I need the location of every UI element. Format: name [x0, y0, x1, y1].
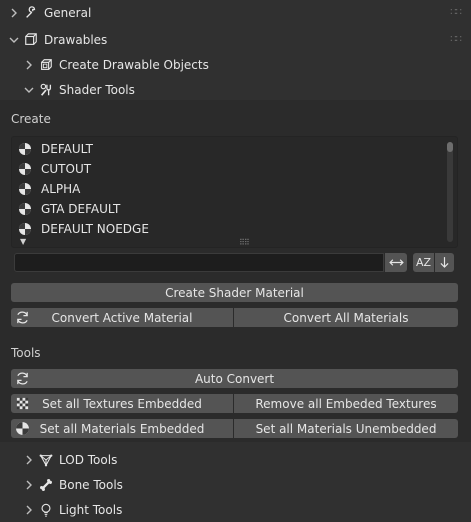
create-section-label: Create: [11, 112, 51, 126]
panel-create-drawable-objects-label: Create Drawable Objects: [59, 57, 209, 72]
create-shader-material-label: Create Shader Material: [165, 285, 304, 300]
wrench-icon: [23, 5, 39, 21]
tools-icon: [38, 82, 54, 98]
tools-section-label: Tools: [11, 346, 41, 360]
panel-lod-tools-label: LOD Tools: [59, 452, 118, 467]
bulb-icon: [38, 502, 54, 518]
drag-handle-icon[interactable]: ∷∷: [450, 34, 462, 45]
cube-icon: [23, 32, 39, 48]
panel-shader-tools[interactable]: Shader Tools: [0, 77, 471, 102]
list-item[interactable]: ALPHA: [18, 179, 80, 199]
panel-bone-tools-label: Bone Tools: [59, 477, 123, 492]
list-item[interactable]: DEFAULT: [18, 139, 93, 159]
bone-icon: [38, 477, 54, 493]
convert-all-materials-button[interactable]: Convert All Materials: [234, 308, 458, 327]
panel-light-tools-label: Light Tools: [59, 502, 123, 517]
list-item-label: CUTOUT: [41, 162, 92, 176]
arrow-down-icon: [440, 257, 449, 268]
invert-filter-button[interactable]: [385, 253, 407, 272]
checker-icon: [16, 397, 29, 410]
material-sphere-icon: [19, 183, 31, 195]
chevron-right-icon[interactable]: [22, 455, 36, 465]
panel-drawables-label: Drawables: [44, 32, 108, 47]
list-item-label: ALPHA: [41, 182, 81, 196]
material-sphere-icon: [19, 223, 31, 235]
list-item[interactable]: DEFAULT NOEDGE: [18, 219, 149, 239]
list-scrollbar[interactable]: [447, 142, 453, 242]
sort-reverse-button[interactable]: [435, 253, 454, 272]
panel-general[interactable]: General ∷∷: [0, 0, 471, 25]
chevron-right-icon[interactable]: [7, 8, 21, 18]
create-shader-material-button[interactable]: Create Shader Material: [11, 283, 458, 302]
remove-embedded-textures-label: Remove all Embeded Textures: [255, 396, 437, 411]
auto-convert-label: Auto Convert: [194, 371, 275, 386]
convert-active-material-button[interactable]: Convert Active Material: [11, 308, 233, 327]
panel-light-tools[interactable]: Light Tools: [0, 497, 471, 522]
filter-input[interactable]: [14, 253, 384, 272]
panel-shader-tools-label: Shader Tools: [59, 82, 135, 97]
chevron-right-icon[interactable]: [22, 480, 36, 490]
filter-toggle-icon[interactable]: ▼: [20, 237, 26, 246]
auto-convert-button[interactable]: Auto Convert: [11, 369, 458, 388]
drag-handle-icon[interactable]: ∷∷: [450, 7, 462, 18]
panel-drawables[interactable]: Drawables ∷∷: [0, 27, 471, 52]
material-sphere-icon: [16, 422, 29, 435]
material-sphere-icon: [19, 163, 31, 175]
resize-grip-icon[interactable]: ⠿⠿: [239, 238, 250, 247]
set-materials-unembedded-label: Set all Materials Unembedded: [255, 421, 437, 436]
sort-alpha-label: AZ: [415, 256, 432, 269]
shader-list[interactable]: DEFAULT CUTOUT ALPHA GTA DEFAULT DEFAULT…: [11, 136, 458, 248]
cube-stack-icon: [38, 57, 54, 73]
chevron-down-icon[interactable]: [7, 35, 21, 45]
set-materials-embedded-label: Set all Materials Embedded: [39, 421, 205, 436]
refresh-icon: [17, 372, 28, 385]
list-item-label: DEFAULT NOEDGE: [41, 222, 149, 236]
panel-lod-tools[interactable]: LOD Tools: [0, 447, 471, 472]
chevron-down-icon[interactable]: [22, 85, 36, 95]
convert-all-materials-label: Convert All Materials: [283, 310, 409, 325]
swap-arrows-icon: [388, 259, 404, 266]
mesh-icon: [38, 452, 54, 468]
panel-general-label: General: [44, 5, 92, 20]
material-sphere-icon: [19, 203, 31, 215]
list-item[interactable]: CUTOUT: [18, 159, 91, 179]
panel-bone-tools[interactable]: Bone Tools: [0, 472, 471, 497]
list-item-label: GTA DEFAULT: [41, 202, 121, 216]
chevron-right-icon[interactable]: [22, 60, 36, 70]
list-item[interactable]: GTA DEFAULT: [18, 199, 120, 219]
remove-embedded-textures-button[interactable]: Remove all Embeded Textures: [234, 394, 458, 413]
set-materials-unembedded-button[interactable]: Set all Materials Unembedded: [234, 419, 458, 438]
material-sphere-icon: [19, 143, 31, 155]
set-textures-embedded-label: Set all Textures Embedded: [42, 396, 202, 411]
set-textures-embedded-button[interactable]: Set all Textures Embedded: [11, 394, 233, 413]
chevron-right-icon[interactable]: [22, 505, 36, 515]
convert-active-material-label: Convert Active Material: [51, 310, 193, 325]
refresh-icon: [17, 311, 28, 324]
list-item-label: DEFAULT: [41, 142, 93, 156]
panel-create-drawable-objects[interactable]: Create Drawable Objects: [0, 52, 471, 77]
set-materials-embedded-button[interactable]: Set all Materials Embedded: [11, 419, 233, 438]
sort-alpha-button[interactable]: AZ: [413, 253, 434, 272]
